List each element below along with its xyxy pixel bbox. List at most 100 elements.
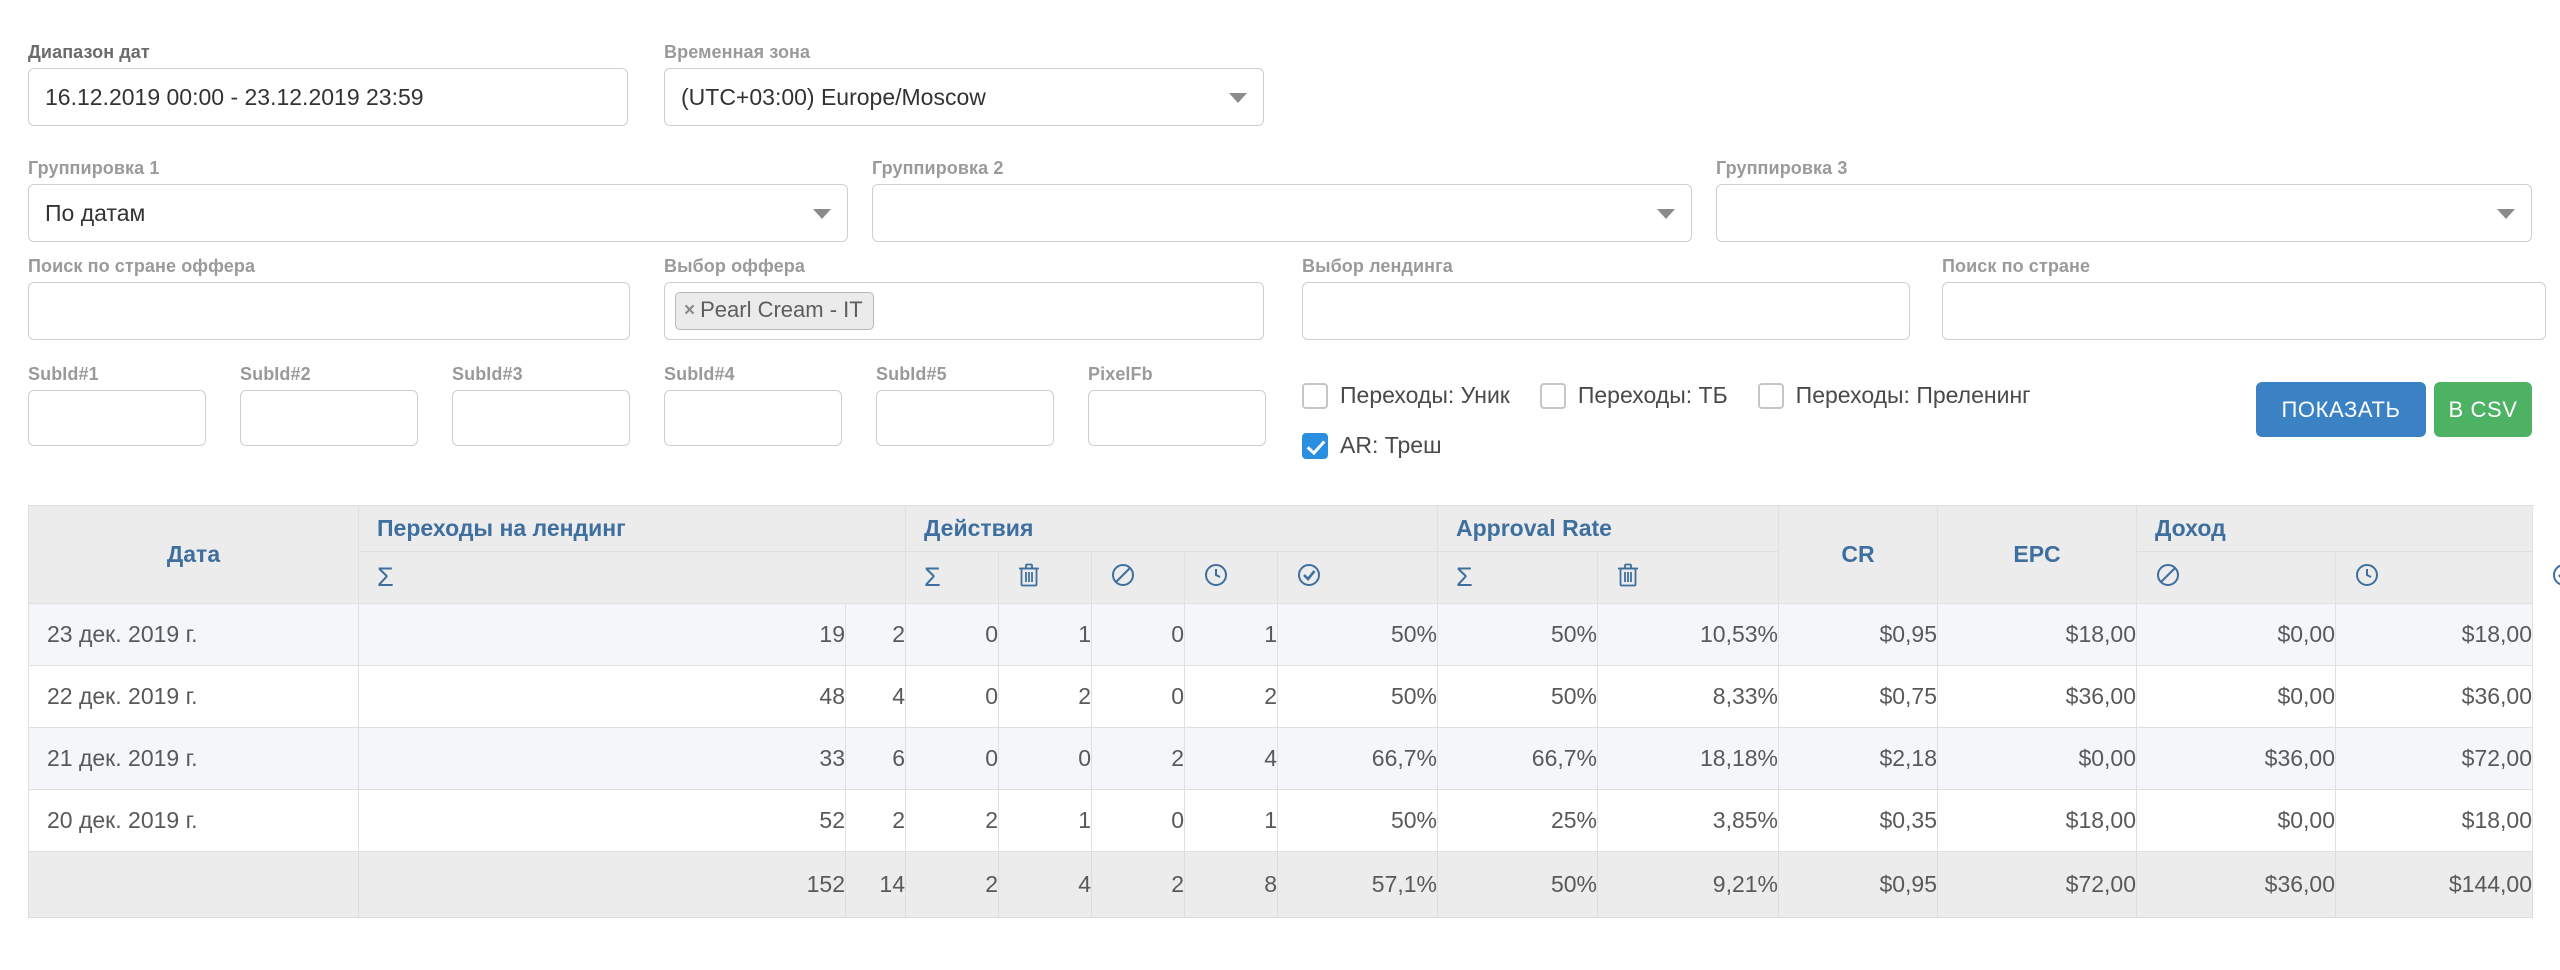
col-actions-trash[interactable] — [998, 551, 1093, 604]
col-group-approval-rate: Approval Rate — [1437, 505, 1780, 552]
subid5-field: SubId#5 — [876, 364, 1054, 446]
subid2-label: SubId#2 — [240, 364, 311, 384]
checkbox-row-2: AR: Треш — [1302, 432, 1472, 459]
grouping1-select[interactable]: По датам — [28, 184, 848, 242]
cell-income-check: $36,00 — [2335, 665, 2534, 728]
checkbox-box[interactable] — [1757, 382, 1784, 409]
landing-select-input[interactable] — [1302, 282, 1910, 340]
grouping2-select[interactable] — [872, 184, 1692, 242]
sigma-icon: Σ — [1456, 561, 1473, 592]
subid5-label: SubId#5 — [876, 364, 947, 384]
date-range-input[interactable]: 16.12.2019 00:00 - 23.12.2019 23:59 — [28, 68, 628, 126]
offer-country-search-input[interactable] — [28, 282, 630, 340]
table-row[interactable]: 20 дек. 2019 г. 52 2 2 1 0 1 50% 25% 3,8… — [28, 789, 2534, 852]
date-range-label: Диапазон дат — [28, 42, 150, 62]
cell-income-check: $18,00 — [2335, 603, 2534, 666]
pixelfb-label: PixelFb — [1088, 364, 1153, 384]
cell-total-epc: $0,95 — [1778, 851, 1939, 918]
offer-select-input[interactable]: × Pearl Cream - IT — [664, 282, 1264, 340]
cell-actions-check: 1 — [1184, 603, 1279, 666]
country-search-input[interactable] — [1942, 282, 2546, 340]
checkbox-transitions-unique[interactable]: Переходы: Уник — [1302, 382, 1510, 409]
col-income-clock[interactable] — [2335, 551, 2534, 604]
clock-icon — [2354, 562, 2380, 594]
date-range-value: 16.12.2019 00:00 - 23.12.2019 23:59 — [45, 83, 424, 110]
checkbox-box[interactable] — [1302, 432, 1328, 459]
col-group-transitions: Переходы на лендинг — [357, 505, 907, 552]
col-ar-sum[interactable]: Σ — [1437, 551, 1599, 604]
table-row[interactable]: 21 дек. 2019 г. 33 6 0 0 2 4 66,7% 66,7%… — [28, 727, 2534, 790]
checkbox-ar-trash[interactable]: AR: Треш — [1302, 432, 1442, 459]
table-header-group-row: Дата Переходы на лендинг Действия Approv… — [28, 505, 2534, 604]
subid3-input[interactable] — [452, 390, 630, 446]
close-icon[interactable]: × — [684, 301, 695, 320]
col-actions-ban[interactable] — [1091, 551, 1186, 604]
col-cr[interactable]: CR — [1778, 505, 1939, 604]
cell-actions-check: 1 — [1184, 789, 1279, 852]
cell-income-clock: $0,00 — [2136, 665, 2337, 728]
report-table-container: Дата Переходы на лендинг Действия Approv… — [28, 505, 2560, 918]
subid2-field: SubId#2 — [240, 364, 418, 446]
col-ar-trash[interactable] — [1597, 551, 1780, 604]
cell-epc: $2,18 — [1778, 727, 1939, 790]
table-head: Дата Переходы на лендинг Действия Approv… — [28, 505, 2560, 604]
cell-actions-trash: 2 — [905, 789, 1000, 852]
subid1-input[interactable] — [28, 390, 206, 446]
grouping3-select[interactable] — [1716, 184, 2532, 242]
show-button[interactable]: ПОКАЗАТЬ — [2256, 382, 2426, 437]
ban-icon — [1110, 562, 1136, 594]
col-actions-clock[interactable] — [1184, 551, 1279, 604]
col-income-ban[interactable] — [2136, 551, 2337, 604]
cell-actions-sum: 2 — [844, 603, 907, 666]
col-transitions-sum[interactable]: Σ — [357, 551, 907, 604]
cell-income-clock: $0,00 — [2136, 603, 2337, 666]
cell-epc: $0,75 — [1778, 665, 1939, 728]
pixelfb-field: PixelFb — [1088, 364, 1266, 446]
pixelfb-input[interactable] — [1088, 390, 1266, 446]
cell-total-actions-clock: 2 — [1091, 851, 1186, 918]
cell-total-actions-sum: 14 — [844, 851, 907, 918]
col-date[interactable]: Дата — [28, 505, 359, 604]
grouping2-label: Группировка 2 — [872, 158, 1004, 178]
trash-icon — [1017, 562, 1041, 594]
timezone-select[interactable]: (UTC+03:00) Europe/Moscow — [664, 68, 1264, 126]
cell-cr: 3,85% — [1597, 789, 1780, 852]
sigma-icon: Σ — [377, 561, 394, 592]
table-row[interactable]: 22 дек. 2019 г. 48 4 0 2 0 2 50% 50% 8,3… — [28, 665, 2534, 728]
subid4-label: SubId#4 — [664, 364, 735, 384]
cell-transitions: 48 — [358, 665, 846, 728]
cell-epc: $0,95 — [1778, 603, 1939, 666]
cell-ar-sum: 50% — [1277, 665, 1439, 728]
cell-income-ban: $36,00 — [1937, 665, 2138, 728]
checkbox-row-1: Переходы: Уник Переходы: ТБ Переходы: Пр… — [1302, 382, 2061, 409]
cell-cr: 10,53% — [1597, 603, 1780, 666]
cell-actions-ban: 2 — [998, 665, 1093, 728]
cell-ar-trash: 25% — [1437, 789, 1599, 852]
subid5-input[interactable] — [876, 390, 1054, 446]
checkbox-box[interactable] — [1539, 382, 1566, 409]
cell-ar-sum: 50% — [1277, 603, 1439, 666]
offer-select-field: Выбор оффера × Pearl Cream - IT — [664, 256, 1264, 340]
col-epc[interactable]: EPC — [1937, 505, 2138, 604]
offer-country-search-field: Поиск по стране оффера — [28, 256, 630, 340]
subid2-input[interactable] — [240, 390, 418, 446]
table-header-sub-row: Σ Σ Σ — [29, 551, 2560, 604]
col-actions-check[interactable] — [1277, 551, 1439, 604]
subid4-field: SubId#4 — [664, 364, 842, 446]
cell-actions-sum: 6 — [844, 727, 907, 790]
cell-income-check: $18,00 — [2335, 789, 2534, 852]
grouping3-label: Группировка 3 — [1716, 158, 1848, 178]
checkbox-box[interactable] — [1302, 382, 1328, 409]
table-row[interactable]: 23 дек. 2019 г. 19 2 0 1 0 1 50% 50% 10,… — [28, 603, 2534, 666]
offer-chip[interactable]: × Pearl Cream - IT — [675, 292, 874, 330]
subid4-input[interactable] — [664, 390, 842, 446]
checkbox-transitions-prelanding[interactable]: Переходы: Преленинг — [1757, 382, 2031, 409]
col-group-actions: Действия — [905, 505, 1439, 552]
report-table: Дата Переходы на лендинг Действия Approv… — [28, 505, 2560, 918]
checkbox-transitions-tb[interactable]: Переходы: ТБ — [1539, 382, 1728, 409]
cell-actions-clock: 2 — [1091, 727, 1186, 790]
csv-button[interactable]: В CSV — [2434, 382, 2532, 437]
cell-date: 23 дек. 2019 г. — [28, 603, 359, 666]
col-actions-sum[interactable]: Σ — [905, 551, 1000, 604]
cell-actions-ban: 0 — [998, 727, 1093, 790]
